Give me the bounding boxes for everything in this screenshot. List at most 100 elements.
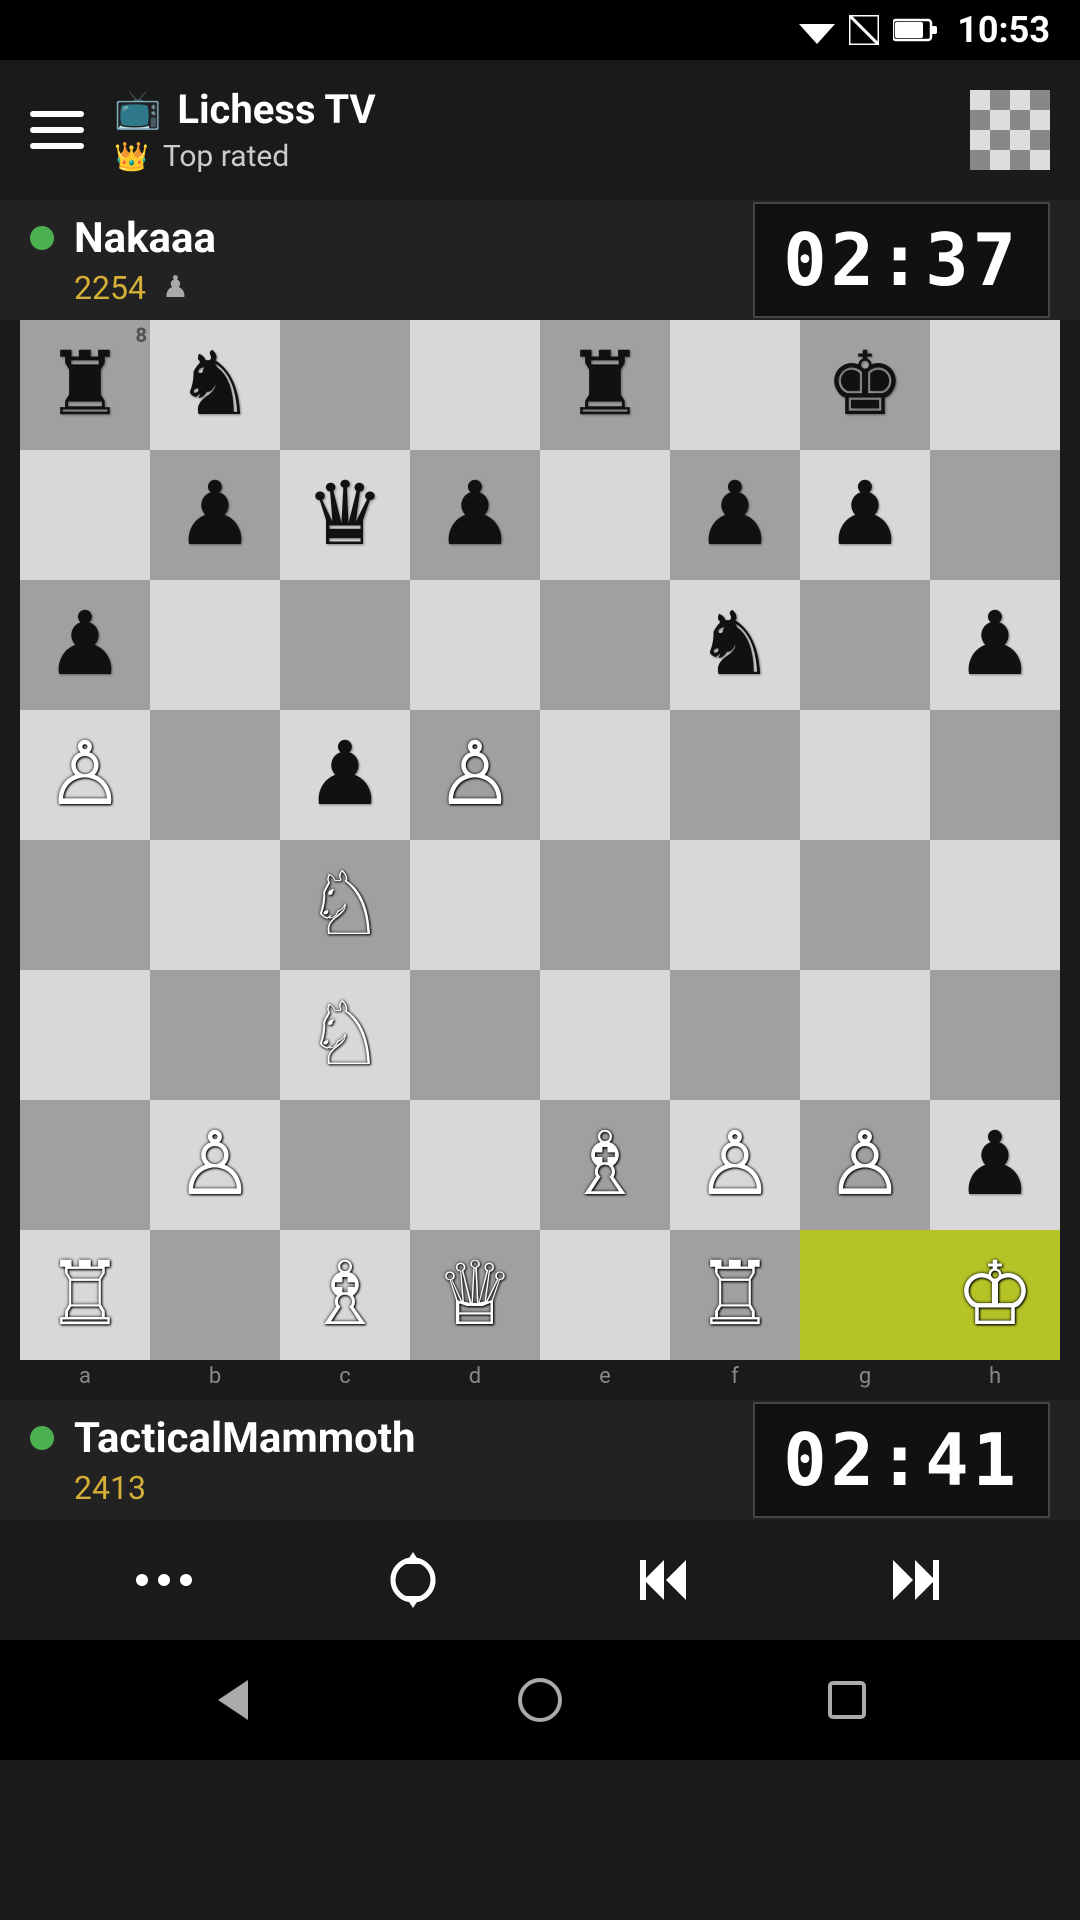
square-g7[interactable]: ♟ — [800, 450, 930, 580]
file-b: b — [150, 1360, 280, 1393]
square-e7[interactable] — [540, 450, 670, 580]
square-f2[interactable]: ♙ — [670, 1100, 800, 1230]
top-player-name: Nakaaa — [74, 214, 216, 263]
square-g5[interactable] — [800, 710, 930, 840]
square-f5[interactable] — [670, 710, 800, 840]
app-title-block: 📺 Lichess TV 👑 Top rated — [114, 86, 940, 174]
square-h8[interactable] — [930, 320, 1060, 450]
top-player-rating-row: 2254 ♟ — [30, 269, 216, 307]
file-labels: a b c d e f g h — [20, 1360, 1060, 1393]
square-f3[interactable] — [670, 970, 800, 1100]
square-d4[interactable] — [410, 840, 540, 970]
app-title: 📺 Lichess TV — [114, 86, 940, 133]
square-h3[interactable] — [930, 970, 1060, 1100]
square-e6[interactable] — [540, 580, 670, 710]
bottom-player-online-dot — [30, 1426, 54, 1450]
recents-button[interactable] — [792, 1661, 902, 1739]
square-c4[interactable]: ♘ — [280, 840, 410, 970]
square-e2[interactable]: ♗ — [540, 1100, 670, 1230]
file-c: c — [280, 1360, 410, 1393]
square-f7[interactable]: ♟ — [670, 450, 800, 580]
app-title-text: Lichess TV — [177, 86, 375, 133]
back-button[interactable] — [178, 1661, 288, 1739]
status-bar: 10:53 — [0, 0, 1080, 60]
home-icon — [515, 1675, 565, 1725]
back-icon — [208, 1675, 258, 1725]
square-h6[interactable]: ♟ — [930, 580, 1060, 710]
top-player-left: Nakaaa 2254 ♟ — [30, 214, 216, 307]
fast-forward-icon — [885, 1550, 945, 1610]
square-d5[interactable]: ♙ — [410, 710, 540, 840]
square-g1[interactable] — [800, 1230, 930, 1360]
square-a7[interactable] — [20, 450, 150, 580]
square-h1[interactable]: ♔ — [930, 1230, 1060, 1360]
square-a6[interactable]: ♟ — [20, 580, 150, 710]
bottom-player-info: TacticalMammoth 2413 02:41 — [0, 1400, 1080, 1520]
square-h2[interactable]: ♟ — [930, 1100, 1060, 1230]
square-b7[interactable]: ♟ — [150, 450, 280, 580]
square-d7[interactable]: ♟ — [410, 450, 540, 580]
file-f: f — [670, 1360, 800, 1393]
recents-icon — [822, 1675, 872, 1725]
square-b2[interactable]: ♙ — [150, 1100, 280, 1230]
file-e: e — [540, 1360, 670, 1393]
square-b5[interactable] — [150, 710, 280, 840]
square-a1[interactable]: ♖ — [20, 1230, 150, 1360]
square-d1[interactable]: ♕ — [410, 1230, 540, 1360]
square-f4[interactable] — [670, 840, 800, 970]
square-f1[interactable]: ♖ — [670, 1230, 800, 1360]
square-a5[interactable]: ♙ — [20, 710, 150, 840]
square-e4[interactable] — [540, 840, 670, 970]
rewind-button[interactable] — [604, 1536, 724, 1624]
rewind-icon — [634, 1550, 694, 1610]
subtitle: 👑 Top rated — [114, 139, 940, 174]
square-g3[interactable] — [800, 970, 930, 1100]
more-options-button[interactable] — [106, 1560, 222, 1600]
square-g2[interactable]: ♙ — [800, 1100, 930, 1230]
chessboard-icon[interactable] — [970, 90, 1050, 170]
square-c1[interactable]: ♗ — [280, 1230, 410, 1360]
square-b4[interactable] — [150, 840, 280, 970]
square-c8[interactable] — [280, 320, 410, 450]
square-b8[interactable]: ♞ — [150, 320, 280, 450]
square-h4[interactable] — [930, 840, 1060, 970]
square-g4[interactable] — [800, 840, 930, 970]
status-time: 10:53 — [957, 9, 1050, 51]
square-h5[interactable] — [930, 710, 1060, 840]
square-d8[interactable] — [410, 320, 540, 450]
battery-icon — [893, 18, 937, 42]
hamburger-menu[interactable] — [30, 111, 84, 149]
square-a3[interactable] — [20, 970, 150, 1100]
square-d2[interactable] — [410, 1100, 540, 1230]
square-c6[interactable] — [280, 580, 410, 710]
fast-forward-button[interactable] — [855, 1536, 975, 1624]
file-g: g — [800, 1360, 930, 1393]
square-c7[interactable]: ♛ — [280, 450, 410, 580]
square-f6[interactable]: ♞ — [670, 580, 800, 710]
square-b6[interactable] — [150, 580, 280, 710]
square-a4[interactable] — [20, 840, 150, 970]
square-g6[interactable] — [800, 580, 930, 710]
square-a2[interactable] — [20, 1100, 150, 1230]
bottom-player-timer: 02:41 — [753, 1402, 1050, 1518]
square-a8[interactable]: 8 ♜ — [20, 320, 150, 450]
square-h7[interactable] — [930, 450, 1060, 580]
home-button[interactable] — [485, 1661, 595, 1739]
refresh-button[interactable] — [353, 1536, 473, 1624]
square-e8[interactable]: ♜ — [540, 320, 670, 450]
bottom-player-rating-row: 2413 — [30, 1469, 416, 1507]
square-c3[interactable]: ♘ — [280, 970, 410, 1100]
square-c5[interactable]: ♟ — [280, 710, 410, 840]
square-g8[interactable]: ♚ — [800, 320, 930, 450]
square-f8[interactable] — [670, 320, 800, 450]
square-d3[interactable] — [410, 970, 540, 1100]
square-e1[interactable] — [540, 1230, 670, 1360]
square-c2[interactable] — [280, 1100, 410, 1230]
square-d6[interactable] — [410, 580, 540, 710]
square-e5[interactable] — [540, 710, 670, 840]
square-b1[interactable] — [150, 1230, 280, 1360]
refresh-icon — [383, 1550, 443, 1610]
three-dots-icon — [136, 1574, 192, 1586]
square-b3[interactable] — [150, 970, 280, 1100]
square-e3[interactable] — [540, 970, 670, 1100]
